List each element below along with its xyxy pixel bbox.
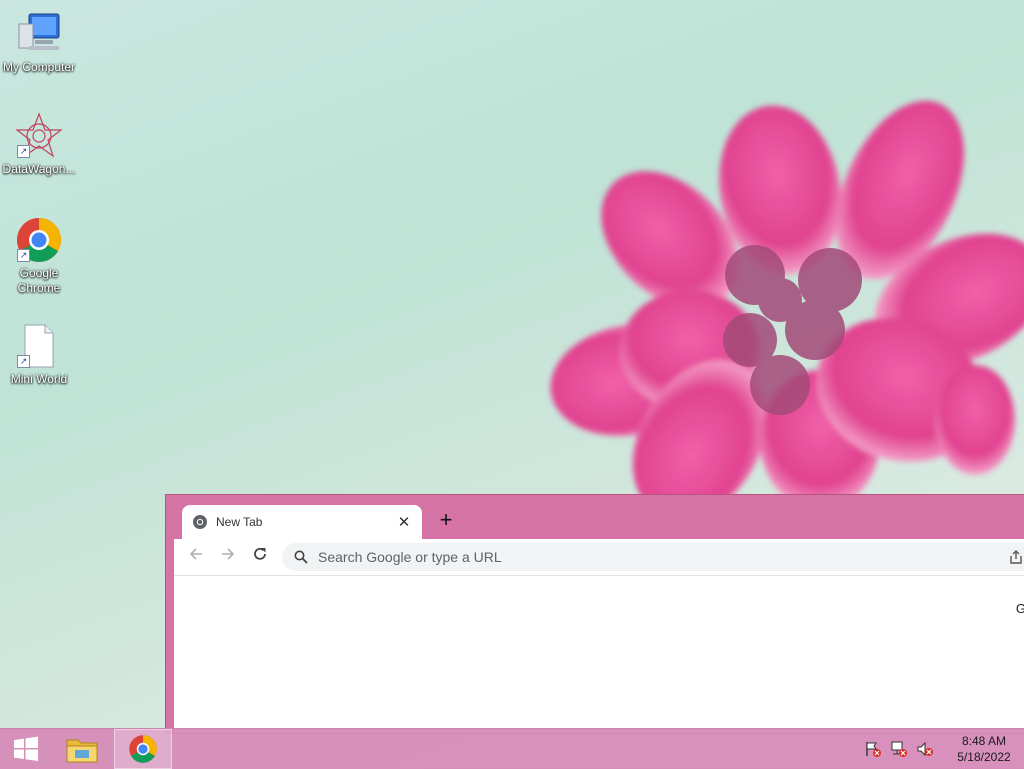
address-bar[interactable]: Search Google or type a URL: [282, 543, 1024, 571]
chrome-favicon-icon: [193, 515, 207, 529]
clock[interactable]: 8:48 AM 5/18/2022: [944, 733, 1024, 765]
reload-button[interactable]: [248, 545, 272, 569]
taskbar: 8:48 AM 5/18/2022: [0, 728, 1024, 769]
shortcut-arrow-icon: ↗: [17, 145, 30, 158]
datawagon-icon: ↗: [15, 112, 63, 160]
action-center-flag-icon[interactable]: [864, 740, 882, 758]
file-icon: ↗: [15, 322, 63, 370]
file-explorer-button[interactable]: [56, 729, 108, 769]
file-explorer-icon: [66, 739, 98, 763]
arrow-left-icon: [189, 548, 202, 560]
shortcut-arrow-icon: ↗: [17, 355, 30, 368]
clock-time: 8:48 AM: [961, 734, 1007, 748]
forward-button[interactable]: [216, 545, 240, 569]
desktop-icon-label: Google Chrome: [17, 266, 61, 295]
search-icon: [294, 550, 308, 564]
address-bar-placeholder: Search Google or type a URL: [318, 549, 502, 565]
reload-icon: [254, 547, 266, 560]
desktop-icon-datawagon[interactable]: ↗ DataWagon...: [1, 112, 77, 177]
network-icon[interactable]: [890, 740, 908, 758]
chrome-taskbar-button[interactable]: [114, 729, 172, 769]
chrome-icon: [129, 735, 157, 763]
shortcut-arrow-icon: ↗: [17, 249, 30, 262]
desktop-icon-my-computer[interactable]: My Computer: [1, 10, 77, 75]
tab-close-icon[interactable]: ✕: [396, 513, 412, 531]
share-icon[interactable]: [1008, 549, 1024, 565]
tab-title: New Tab: [216, 515, 263, 529]
new-tab-button[interactable]: +: [434, 509, 458, 533]
volume-muted-icon[interactable]: [916, 740, 934, 758]
desktop-icon-google-chrome[interactable]: ↗ Google Chrome: [1, 216, 77, 296]
start-button[interactable]: [0, 729, 52, 769]
clock-date: 5/18/2022: [957, 750, 1011, 764]
desktop-icon-label: Mini World: [10, 372, 68, 386]
new-tab-page: Gma: [174, 575, 1024, 733]
start-icon: [14, 736, 38, 761]
tab-new-tab[interactable]: New Tab ✕: [182, 505, 422, 539]
browser-toolbar: Search Google or type a URL: [174, 539, 1024, 575]
arrow-right-icon: [222, 548, 235, 560]
desktop-icon-label: DataWagon...: [2, 162, 76, 176]
computer-icon: [15, 10, 63, 58]
desktop-icon-label: My Computer: [2, 60, 76, 74]
chrome-icon: ↗: [15, 216, 63, 264]
system-tray: 8:48 AM 5/18/2022: [860, 729, 1024, 769]
gmail-link[interactable]: Gma: [1016, 601, 1024, 616]
desktop-icon-mini-world[interactable]: ↗ Mini World: [1, 322, 77, 387]
chrome-window[interactable]: New Tab ✕ + Search Google or type a URL: [165, 494, 1024, 734]
back-button[interactable]: [184, 545, 208, 569]
